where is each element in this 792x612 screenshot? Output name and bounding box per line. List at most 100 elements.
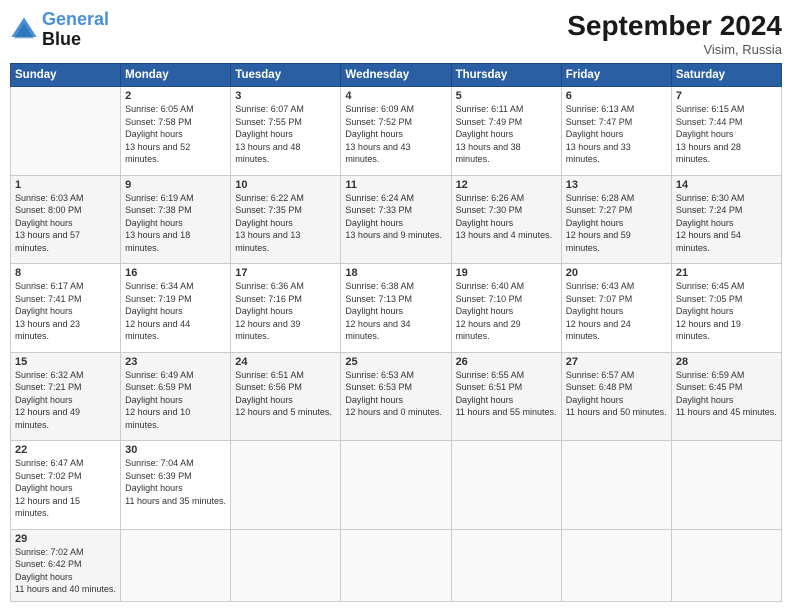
day-number: 21 <box>676 267 777 279</box>
table-row: 3Sunrise: 6:07 AMSunset: 7:55 PMDaylight… <box>231 87 341 176</box>
day-info: Sunrise: 6:57 AMSunset: 6:48 PMDaylight … <box>566 369 667 419</box>
logo-icon <box>10 16 38 44</box>
col-friday: Friday <box>561 64 671 87</box>
table-row: 10Sunrise: 6:22 AMSunset: 7:35 PMDayligh… <box>231 175 341 264</box>
day-number: 25 <box>345 356 446 368</box>
day-info: Sunrise: 6:47 AMSunset: 7:02 PMDaylight … <box>15 457 116 520</box>
table-row: 14Sunrise: 6:30 AMSunset: 7:24 PMDayligh… <box>671 175 781 264</box>
day-number: 26 <box>456 356 557 368</box>
day-number: 1 <box>15 179 116 191</box>
day-info: Sunrise: 6:55 AMSunset: 6:51 PMDaylight … <box>456 369 557 419</box>
day-info: Sunrise: 6:11 AMSunset: 7:49 PMDaylight … <box>456 103 557 166</box>
table-row: 1Sunrise: 6:03 AMSunset: 8:00 PMDaylight… <box>11 175 121 264</box>
day-number: 17 <box>235 267 336 279</box>
col-thursday: Thursday <box>451 64 561 87</box>
table-row: 9Sunrise: 6:19 AMSunset: 7:38 PMDaylight… <box>121 175 231 264</box>
day-number: 8 <box>15 267 116 279</box>
table-row: 16Sunrise: 6:34 AMSunset: 7:19 PMDayligh… <box>121 264 231 353</box>
table-row <box>451 529 561 601</box>
day-info: Sunrise: 6:24 AMSunset: 7:33 PMDaylight … <box>345 192 446 242</box>
table-row: 5Sunrise: 6:11 AMSunset: 7:49 PMDaylight… <box>451 87 561 176</box>
table-row: 22Sunrise: 6:47 AMSunset: 7:02 PMDayligh… <box>11 441 121 530</box>
day-number: 14 <box>676 179 777 191</box>
table-row: 13Sunrise: 6:28 AMSunset: 7:27 PMDayligh… <box>561 175 671 264</box>
day-info: Sunrise: 6:45 AMSunset: 7:05 PMDaylight … <box>676 280 777 343</box>
day-number: 2 <box>125 90 226 102</box>
day-info: Sunrise: 7:02 AMSunset: 6:42 PMDaylight … <box>15 546 116 596</box>
table-row <box>121 529 231 601</box>
col-saturday: Saturday <box>671 64 781 87</box>
logo: General Blue <box>10 10 109 50</box>
day-number: 7 <box>676 90 777 102</box>
day-number: 12 <box>456 179 557 191</box>
table-row: 17Sunrise: 6:36 AMSunset: 7:16 PMDayligh… <box>231 264 341 353</box>
day-number: 30 <box>125 444 226 456</box>
day-info: Sunrise: 7:04 AMSunset: 6:39 PMDaylight … <box>125 457 226 507</box>
table-row: 25Sunrise: 6:53 AMSunset: 6:53 PMDayligh… <box>341 352 451 441</box>
table-row <box>11 87 121 176</box>
day-number: 6 <box>566 90 667 102</box>
day-info: Sunrise: 6:09 AMSunset: 7:52 PMDaylight … <box>345 103 446 166</box>
day-number: 4 <box>345 90 446 102</box>
day-number: 15 <box>15 356 116 368</box>
page: General Blue September 2024 Visim, Russi… <box>0 0 792 612</box>
table-row <box>231 441 341 530</box>
table-row: 21Sunrise: 6:45 AMSunset: 7:05 PMDayligh… <box>671 264 781 353</box>
col-tuesday: Tuesday <box>231 64 341 87</box>
day-info: Sunrise: 6:03 AMSunset: 8:00 PMDaylight … <box>15 192 116 255</box>
day-info: Sunrise: 6:17 AMSunset: 7:41 PMDaylight … <box>15 280 116 343</box>
table-row: 11Sunrise: 6:24 AMSunset: 7:33 PMDayligh… <box>341 175 451 264</box>
day-number: 11 <box>345 179 446 191</box>
weekday-header-row: Sunday Monday Tuesday Wednesday Thursday… <box>11 64 782 87</box>
table-row: 2Sunrise: 6:05 AMSunset: 7:58 PMDaylight… <box>121 87 231 176</box>
day-info: Sunrise: 6:07 AMSunset: 7:55 PMDaylight … <box>235 103 336 166</box>
table-row: 8Sunrise: 6:17 AMSunset: 7:41 PMDaylight… <box>11 264 121 353</box>
table-row: 4Sunrise: 6:09 AMSunset: 7:52 PMDaylight… <box>341 87 451 176</box>
day-number: 28 <box>676 356 777 368</box>
table-row: 27Sunrise: 6:57 AMSunset: 6:48 PMDayligh… <box>561 352 671 441</box>
table-row: 18Sunrise: 6:38 AMSunset: 7:13 PMDayligh… <box>341 264 451 353</box>
day-info: Sunrise: 6:40 AMSunset: 7:10 PMDaylight … <box>456 280 557 343</box>
day-info: Sunrise: 6:36 AMSunset: 7:16 PMDaylight … <box>235 280 336 343</box>
calendar-week-row: 15Sunrise: 6:32 AMSunset: 7:21 PMDayligh… <box>11 352 782 441</box>
table-row <box>561 441 671 530</box>
day-info: Sunrise: 6:15 AMSunset: 7:44 PMDaylight … <box>676 103 777 166</box>
day-info: Sunrise: 6:28 AMSunset: 7:27 PMDaylight … <box>566 192 667 255</box>
table-row <box>341 441 451 530</box>
table-row: 6Sunrise: 6:13 AMSunset: 7:47 PMDaylight… <box>561 87 671 176</box>
location: Visim, Russia <box>567 42 782 57</box>
day-number: 24 <box>235 356 336 368</box>
table-row: 23Sunrise: 6:49 AMSunset: 6:59 PMDayligh… <box>121 352 231 441</box>
day-number: 13 <box>566 179 667 191</box>
day-info: Sunrise: 6:19 AMSunset: 7:38 PMDaylight … <box>125 192 226 255</box>
calendar-body: 2Sunrise: 6:05 AMSunset: 7:58 PMDaylight… <box>11 87 782 602</box>
table-row: 30Sunrise: 7:04 AMSunset: 6:39 PMDayligh… <box>121 441 231 530</box>
day-number: 27 <box>566 356 667 368</box>
logo-text: General Blue <box>42 10 109 50</box>
day-info: Sunrise: 6:43 AMSunset: 7:07 PMDaylight … <box>566 280 667 343</box>
table-row <box>231 529 341 601</box>
col-wednesday: Wednesday <box>341 64 451 87</box>
table-row: 29Sunrise: 7:02 AMSunset: 6:42 PMDayligh… <box>11 529 121 601</box>
table-row <box>561 529 671 601</box>
table-row: 26Sunrise: 6:55 AMSunset: 6:51 PMDayligh… <box>451 352 561 441</box>
day-number: 16 <box>125 267 226 279</box>
table-row: 24Sunrise: 6:51 AMSunset: 6:56 PMDayligh… <box>231 352 341 441</box>
day-info: Sunrise: 6:51 AMSunset: 6:56 PMDaylight … <box>235 369 336 419</box>
day-info: Sunrise: 6:34 AMSunset: 7:19 PMDaylight … <box>125 280 226 343</box>
day-number: 5 <box>456 90 557 102</box>
day-number: 9 <box>125 179 226 191</box>
col-sunday: Sunday <box>11 64 121 87</box>
day-info: Sunrise: 6:53 AMSunset: 6:53 PMDaylight … <box>345 369 446 419</box>
day-number: 10 <box>235 179 336 191</box>
calendar-week-row: 29Sunrise: 7:02 AMSunset: 6:42 PMDayligh… <box>11 529 782 601</box>
day-info: Sunrise: 6:30 AMSunset: 7:24 PMDaylight … <box>676 192 777 255</box>
table-row: 12Sunrise: 6:26 AMSunset: 7:30 PMDayligh… <box>451 175 561 264</box>
calendar-week-row: 22Sunrise: 6:47 AMSunset: 7:02 PMDayligh… <box>11 441 782 530</box>
calendar-week-row: 8Sunrise: 6:17 AMSunset: 7:41 PMDaylight… <box>11 264 782 353</box>
calendar-week-row: 2Sunrise: 6:05 AMSunset: 7:58 PMDaylight… <box>11 87 782 176</box>
day-info: Sunrise: 6:22 AMSunset: 7:35 PMDaylight … <box>235 192 336 255</box>
day-info: Sunrise: 6:05 AMSunset: 7:58 PMDaylight … <box>125 103 226 166</box>
table-row: 28Sunrise: 6:59 AMSunset: 6:45 PMDayligh… <box>671 352 781 441</box>
table-row <box>451 441 561 530</box>
